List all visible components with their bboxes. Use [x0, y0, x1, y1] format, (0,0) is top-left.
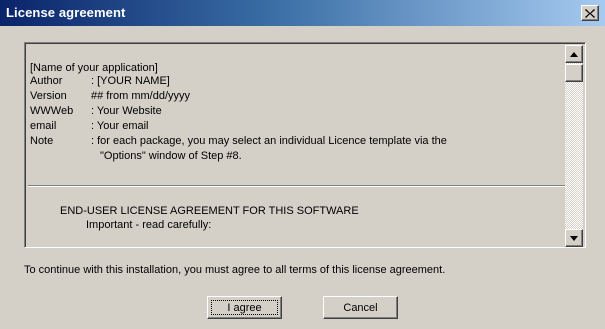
license-text-content: [Name of your application] Author : [YOU…	[28, 45, 566, 245]
meta-key: Note	[30, 135, 54, 147]
note-continuation: "Options" window of Step #8.	[100, 150, 242, 162]
meta-value: : for each package, you may select an in…	[91, 135, 447, 147]
window-title: License agreement	[6, 5, 126, 20]
meta-key: email	[30, 120, 57, 132]
close-button[interactable]	[581, 5, 599, 21]
scroll-down-button[interactable]	[565, 229, 583, 247]
license-dialog: License agreement [Name of your applicat…	[0, 0, 605, 329]
agree-button[interactable]: I agree	[207, 296, 282, 319]
meta-value: : Your Website	[91, 105, 162, 117]
focus-rectangle	[211, 300, 278, 315]
meta-value: : Your email	[91, 120, 149, 132]
meta-value: ## from mm/dd/yyyy	[91, 90, 191, 102]
section-divider	[28, 185, 566, 187]
title-bar[interactable]: License agreement	[0, 0, 605, 26]
meta-key: WWWeb	[30, 105, 74, 117]
close-icon	[585, 8, 595, 18]
arrow-up-icon	[570, 51, 578, 57]
arrow-down-icon	[570, 235, 578, 241]
eula-heading: END-USER LICENSE AGREEMENT FOR THIS SOFT…	[60, 205, 359, 217]
cancel-button-label: Cancel	[343, 301, 378, 314]
meta-key: Author	[30, 75, 63, 87]
eula-subheading: Important - read carefully:	[86, 219, 212, 231]
meta-key: Version	[30, 90, 67, 102]
license-text-area[interactable]: [Name of your application] Author : [YOU…	[24, 42, 586, 248]
scroll-up-button[interactable]	[565, 45, 583, 63]
vertical-scrollbar[interactable]	[565, 45, 583, 247]
scroll-thumb[interactable]	[565, 64, 583, 82]
meta-value: : [YOUR NAME]	[91, 75, 170, 87]
cancel-button[interactable]: Cancel	[323, 296, 398, 319]
agreement-instruction: To continue with this installation, you …	[24, 264, 446, 276]
app-name-line: [Name of your application]	[30, 62, 158, 74]
